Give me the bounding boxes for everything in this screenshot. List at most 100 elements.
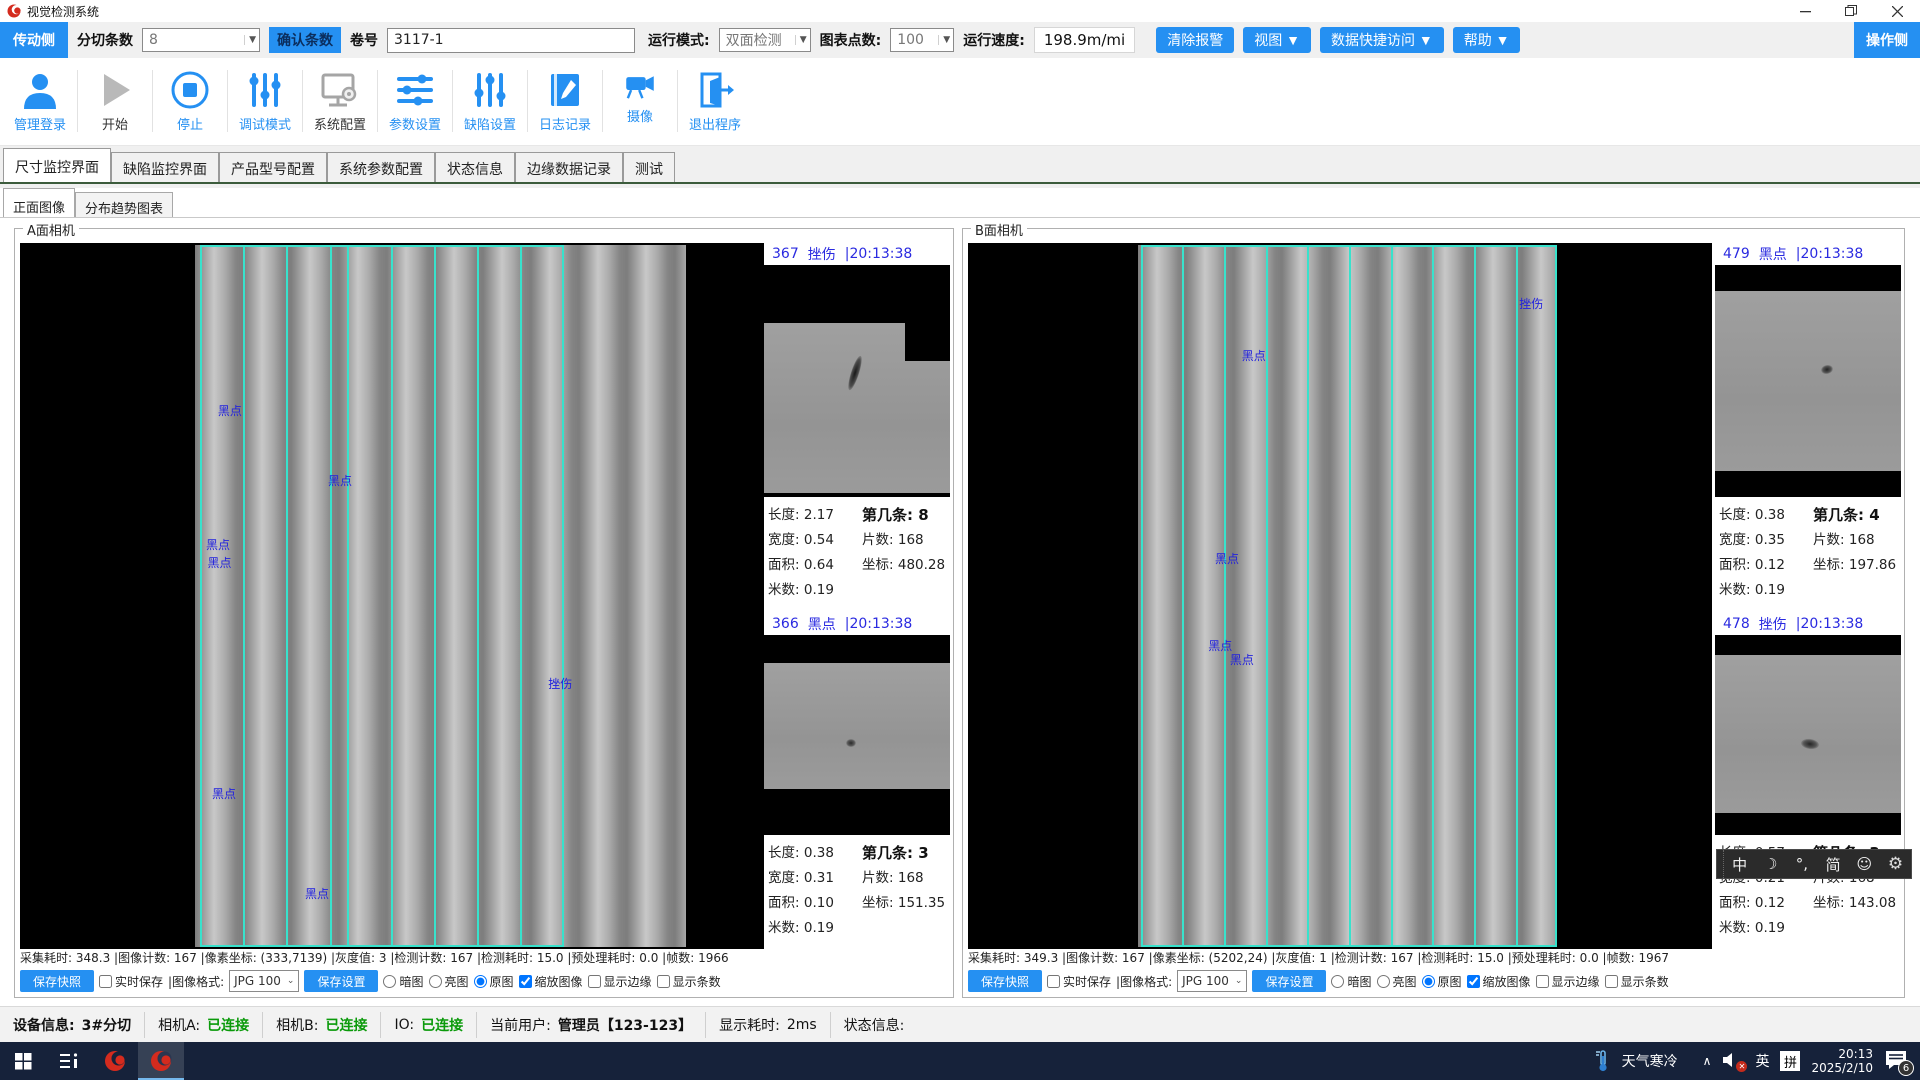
save-settings-button[interactable]: 保存设置 [304, 970, 378, 992]
camera-b-connection: 相机B:已连接 [263, 1012, 381, 1038]
show-count-checkbox[interactable] [1605, 975, 1618, 988]
dark-image-radio[interactable] [383, 975, 396, 988]
help-menu-button[interactable]: 帮助 ▼ [1453, 27, 1521, 53]
restore-button[interactable] [1828, 0, 1874, 22]
tab-front-image[interactable]: 正面图像 [3, 188, 75, 218]
system-tray: 天气寒冷 ∧ ✕ 英 拼 20:13 2025/2/10 6 [1595, 1047, 1920, 1075]
close-button[interactable] [1874, 0, 1920, 22]
exit-program-button[interactable]: 退出程序 [683, 58, 747, 133]
capture-button[interactable]: 摄像 [608, 58, 672, 125]
camera-a-connection: 相机A:已连接 [145, 1012, 263, 1038]
slit-count-label: 分切条数 [77, 30, 133, 50]
pinned-app-button[interactable] [46, 1042, 92, 1080]
defect-card-header: 478 挫伤 |20:13:38 [1715, 613, 1901, 635]
minimize-button[interactable] [1782, 0, 1828, 22]
tab-underline [0, 182, 1920, 184]
tab-defect-monitor[interactable]: 缺陷监控界面 [111, 152, 219, 182]
transmission-side-button[interactable]: 传动侧 [0, 22, 68, 58]
thermometer-icon [1595, 1050, 1611, 1072]
image-format-label: |图像格式: [1116, 973, 1172, 990]
data-quick-access-button[interactable]: 数据快捷访问 ▼ [1320, 27, 1444, 53]
defect-thumbnail [1715, 265, 1901, 497]
dark-image-radio[interactable] [1331, 975, 1344, 988]
tray-expand-chevron[interactable]: ∧ [1703, 1054, 1712, 1068]
task-list-icon [59, 1052, 79, 1070]
tab-test[interactable]: 测试 [623, 152, 675, 182]
simplified-toggle[interactable]: 简 [1818, 854, 1849, 875]
defect-label: 黑点 [328, 472, 352, 489]
tray-time: 20:13 [1811, 1047, 1873, 1061]
admin-login-button[interactable]: 管理登录 [8, 58, 72, 133]
tab-system-param-config[interactable]: 系统参数配置 [327, 152, 435, 182]
tab-product-model-config[interactable]: 产品型号配置 [219, 152, 327, 182]
defect-label: 挫伤 [1519, 295, 1543, 312]
ime-indicator[interactable]: 拼 [1780, 1051, 1800, 1071]
drag-handle[interactable] [1717, 850, 1724, 878]
bright-image-radio[interactable] [1377, 975, 1390, 988]
sub-tab-strip: 正面图像 分布趋势图表 [0, 188, 1920, 218]
tab-distribution-trend-chart[interactable]: 分布趋势图表 [75, 192, 173, 218]
original-image-radio[interactable] [474, 975, 487, 988]
show-edge-checkbox[interactable] [588, 975, 601, 988]
save-snapshot-button[interactable]: 保存快照 [20, 970, 94, 992]
save-snapshot-button[interactable]: 保存快照 [968, 970, 1042, 992]
operator-side-button[interactable]: 操作侧 [1854, 22, 1920, 58]
original-image-radio[interactable] [1422, 975, 1435, 988]
volume-muted-icon[interactable]: ✕ [1722, 1052, 1744, 1070]
ime-chinese-toggle[interactable]: 中 [1724, 854, 1755, 875]
realtime-save-checkbox[interactable] [1047, 975, 1060, 988]
zoom-image-checkbox[interactable] [1467, 975, 1480, 988]
realtime-save-checkbox[interactable] [99, 975, 112, 988]
main-content: A面相机 黑点 黑点 黑点 黑点 挫伤 黑点 [0, 218, 1920, 1006]
tab-status-info[interactable]: 状态信息 [435, 152, 515, 182]
log-record-button[interactable]: 日志记录 [533, 58, 597, 133]
clock[interactable]: 20:13 2025/2/10 [1811, 1047, 1873, 1075]
main-toolbar: 传动侧 分切条数 8▼ 确认条数 卷号 3117-1 运行模式: 双面检测▼ 图… [0, 22, 1920, 58]
start-button[interactable]: 开始 [83, 58, 147, 133]
image-format-select[interactable]: JPG 100⌄ [1177, 970, 1247, 992]
image-format-select[interactable]: JPG 100⌄ [229, 970, 299, 992]
confirm-count-button[interactable]: 确认条数 [269, 27, 341, 53]
ribbon-toolbar: 管理登录 开始 停止 调试模式 系统配置 参数设置 缺陷设置 [0, 58, 1920, 146]
debug-mode-button[interactable]: 调试模式 [233, 58, 297, 133]
tab-edge-data-record[interactable]: 边缘数据记录 [515, 152, 623, 182]
roll-number-input[interactable]: 3117-1 [387, 28, 635, 53]
windows-logo-icon [15, 1053, 32, 1070]
weather-text[interactable]: 天气寒冷 [1622, 1051, 1678, 1071]
defect-card-header: 479 黑点 |20:13:38 [1715, 243, 1901, 265]
sliders-horizontal-icon [394, 69, 436, 111]
notification-center-button[interactable]: 6 [1884, 1049, 1910, 1073]
camera-b-title: B面相机 [971, 220, 1027, 239]
bright-image-radio[interactable] [429, 975, 442, 988]
punctuation-toggle[interactable]: °, [1786, 855, 1817, 873]
defect-thumbnail [1715, 635, 1901, 835]
save-settings-button[interactable]: 保存设置 [1252, 970, 1326, 992]
parameter-settings-button[interactable]: 参数设置 [383, 58, 447, 133]
camera-b-panel: B面相机 挫伤 黑点 黑点 黑点 黑点 [962, 228, 1905, 998]
start-button[interactable] [0, 1042, 46, 1080]
tab-size-monitor[interactable]: 尺寸监控界面 [3, 148, 111, 182]
monitor-gear-icon [319, 69, 361, 111]
app-icon-detection[interactable] [92, 1042, 138, 1080]
camera-a-info-line: 采集耗时: 348.3 |图像计数: 167 |像素坐标: (333,7139)… [20, 949, 950, 968]
ime-settings-gear-icon[interactable]: ⚙ [1880, 854, 1911, 874]
clear-alarm-button[interactable]: 清除报警 [1156, 27, 1234, 53]
defect-label: 黑点 [206, 536, 230, 553]
slit-count-select[interactable]: 8▼ [142, 28, 260, 52]
run-mode-select[interactable]: 双面检测▼ [719, 28, 811, 52]
stop-button[interactable]: 停止 [158, 58, 222, 133]
language-indicator[interactable]: 英 [1755, 1051, 1769, 1071]
app-icon-detection-active[interactable] [138, 1042, 184, 1080]
chart-points-select[interactable]: 100▼ [890, 28, 954, 52]
fullwidth-moon-icon[interactable]: ☽ [1755, 855, 1786, 873]
camera-a-bottom-bar: 采集耗时: 348.3 |图像计数: 167 |像素坐标: (333,7139)… [20, 949, 950, 995]
defect-label: 黑点 [218, 402, 242, 419]
zoom-image-checkbox[interactable] [519, 975, 532, 988]
view-menu-button[interactable]: 视图 ▼ [1243, 27, 1311, 53]
defect-thumbnail [764, 265, 950, 497]
show-count-checkbox[interactable] [657, 975, 670, 988]
emoji-icon[interactable]: ☺ [1849, 855, 1880, 873]
system-config-button[interactable]: 系统配置 [308, 58, 372, 133]
defect-settings-button[interactable]: 缺陷设置 [458, 58, 522, 133]
show-edge-checkbox[interactable] [1536, 975, 1549, 988]
